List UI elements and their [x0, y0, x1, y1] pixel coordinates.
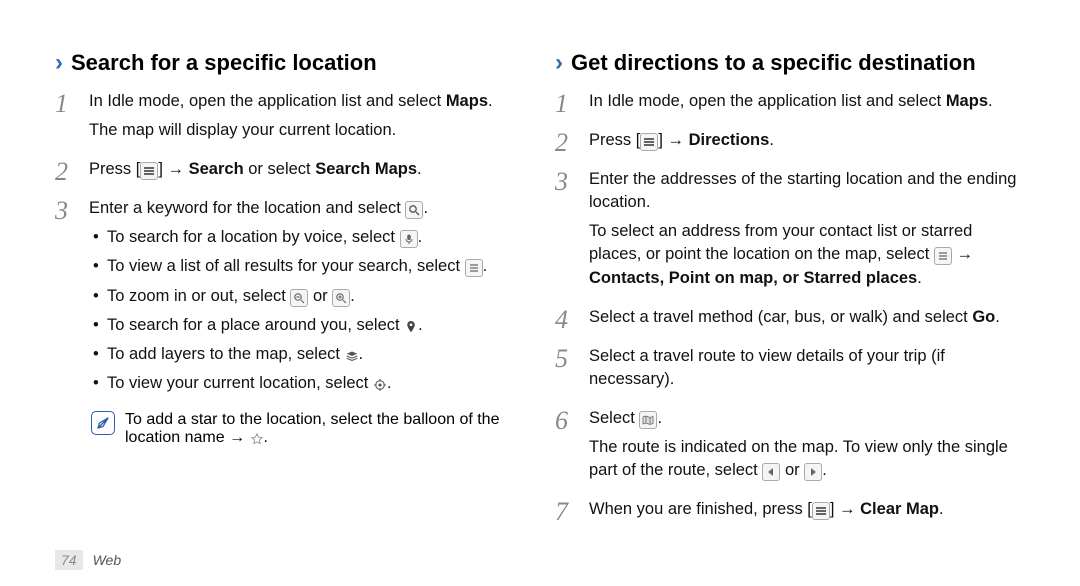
text: . [988, 92, 993, 110]
menu-icon [140, 162, 158, 180]
text: In Idle mode, open the application list … [589, 92, 946, 110]
section-heading-search: › Search for a specific location [55, 50, 525, 76]
step-number: 3 [55, 198, 89, 224]
step-number: 5 [555, 346, 589, 372]
text: ] → [830, 500, 860, 518]
search-icon [405, 201, 423, 219]
step-6: 6 Select . The route is indicated on the… [555, 407, 1025, 488]
bullet-place: To search for a place around you, select… [93, 314, 525, 337]
section-label: Web [93, 552, 122, 568]
list-icon [465, 259, 483, 277]
step-3: 3 Enter a keyword for the location and s… [55, 197, 525, 401]
menu-icon [812, 502, 830, 520]
note-icon [91, 411, 115, 435]
text: When you are finished, press [ [589, 500, 812, 518]
step-7: 7 When you are finished, press [ ] → Clea… [555, 498, 1025, 527]
step-number: 2 [555, 130, 589, 156]
pin-icon [404, 320, 418, 334]
step-number: 1 [55, 91, 89, 117]
step-4: 4 Select a travel method (car, bus, or w… [555, 306, 1025, 335]
bullet-voice: To search for a location by voice, selec… [93, 226, 525, 249]
text: Press [ [589, 131, 640, 149]
bold-contacts-point-starred: Contacts, Point on map, or Starred place… [589, 269, 917, 287]
note-text: To add a star to the location, select th… [125, 411, 499, 446]
text: To zoom in or out, select [107, 287, 290, 305]
zoom-in-icon [332, 289, 350, 307]
step-3: 3 Enter the addresses of the starting lo… [555, 168, 1025, 295]
step-number: 3 [555, 169, 589, 195]
text: Press [ [89, 160, 140, 178]
text: . [264, 429, 268, 446]
bold-go: Go [972, 308, 995, 326]
text: To view a list of all results for your s… [107, 257, 465, 275]
section-heading-directions: › Get directions to a specific destinati… [555, 50, 1025, 76]
list-icon [934, 247, 952, 265]
text: → [952, 245, 973, 263]
text: To search for a location by voice, selec… [107, 228, 400, 246]
text: . [417, 160, 422, 178]
text: . [995, 308, 1000, 326]
chevron-right-icon: › [55, 51, 63, 75]
text: In Idle mode, open the application list … [89, 92, 446, 110]
text: To search for a place around you, select [107, 316, 404, 334]
step-number: 2 [55, 159, 89, 185]
bold-maps: Maps [946, 92, 988, 110]
my-location-icon [373, 378, 387, 392]
zoom-out-icon [290, 289, 308, 307]
text: Select a travel method (car, bus, or wal… [589, 308, 972, 326]
text: To view your current location, select [107, 374, 373, 392]
text: To select an address from your contact l… [589, 222, 972, 263]
text: The map will display your current locati… [89, 119, 525, 142]
text: Enter a keyword for the location and sel… [89, 199, 405, 217]
text: . [939, 500, 944, 518]
text: or [308, 287, 332, 305]
arrow-left-icon [762, 463, 780, 481]
map-icon [639, 411, 657, 429]
step-1: 1 In Idle mode, open the application lis… [555, 90, 1025, 119]
note-star: To add a star to the location, select th… [91, 411, 525, 447]
step-2: 2 Press [ ] → Directions. [555, 129, 1025, 158]
text: Select [589, 409, 639, 427]
bold-maps: Maps [446, 92, 488, 110]
bold-clear-map: Clear Map [860, 500, 939, 518]
bullet-zoom: To zoom in or out, select or . [93, 285, 525, 308]
bold-directions: Directions [689, 131, 770, 149]
text: or [780, 461, 804, 479]
arrow-right-icon [804, 463, 822, 481]
text: Enter the addresses of the starting loca… [589, 168, 1025, 214]
heading-search: Search for a specific location [71, 50, 377, 76]
text: ] → [658, 131, 688, 149]
step-number: 6 [555, 408, 589, 434]
text: . [657, 409, 662, 427]
text: . [917, 269, 922, 287]
page-footer: 74 Web [55, 552, 121, 568]
chevron-right-icon: › [555, 51, 563, 75]
text: . [488, 92, 493, 110]
step-number: 7 [555, 499, 589, 525]
bold-search-maps: Search Maps [315, 160, 417, 178]
text: Select a travel route to view details of… [589, 345, 1025, 391]
star-icon [250, 432, 264, 446]
text: or select [244, 160, 316, 178]
text: ] → [158, 160, 188, 178]
bullet-layers: To add layers to the map, select . [93, 343, 525, 366]
mic-icon [400, 230, 418, 248]
text: . [769, 131, 774, 149]
text: To add layers to the map, select [107, 345, 345, 363]
page-number: 74 [55, 550, 83, 570]
step-2: 2 Press [ ] → Search or select Search Map… [55, 158, 525, 187]
layers-icon [345, 349, 359, 363]
step-5: 5 Select a travel route to view details … [555, 345, 1025, 397]
bullet-results: To view a list of all results for your s… [93, 255, 525, 278]
bullet-location: To view your current location, select . [93, 372, 525, 395]
text: . [822, 461, 827, 479]
heading-directions: Get directions to a specific destination [571, 50, 976, 76]
step-number: 1 [555, 91, 589, 117]
step-number: 4 [555, 307, 589, 333]
step-1: 1 In Idle mode, open the application lis… [55, 90, 525, 148]
bold-search: Search [189, 160, 244, 178]
menu-icon [640, 133, 658, 151]
